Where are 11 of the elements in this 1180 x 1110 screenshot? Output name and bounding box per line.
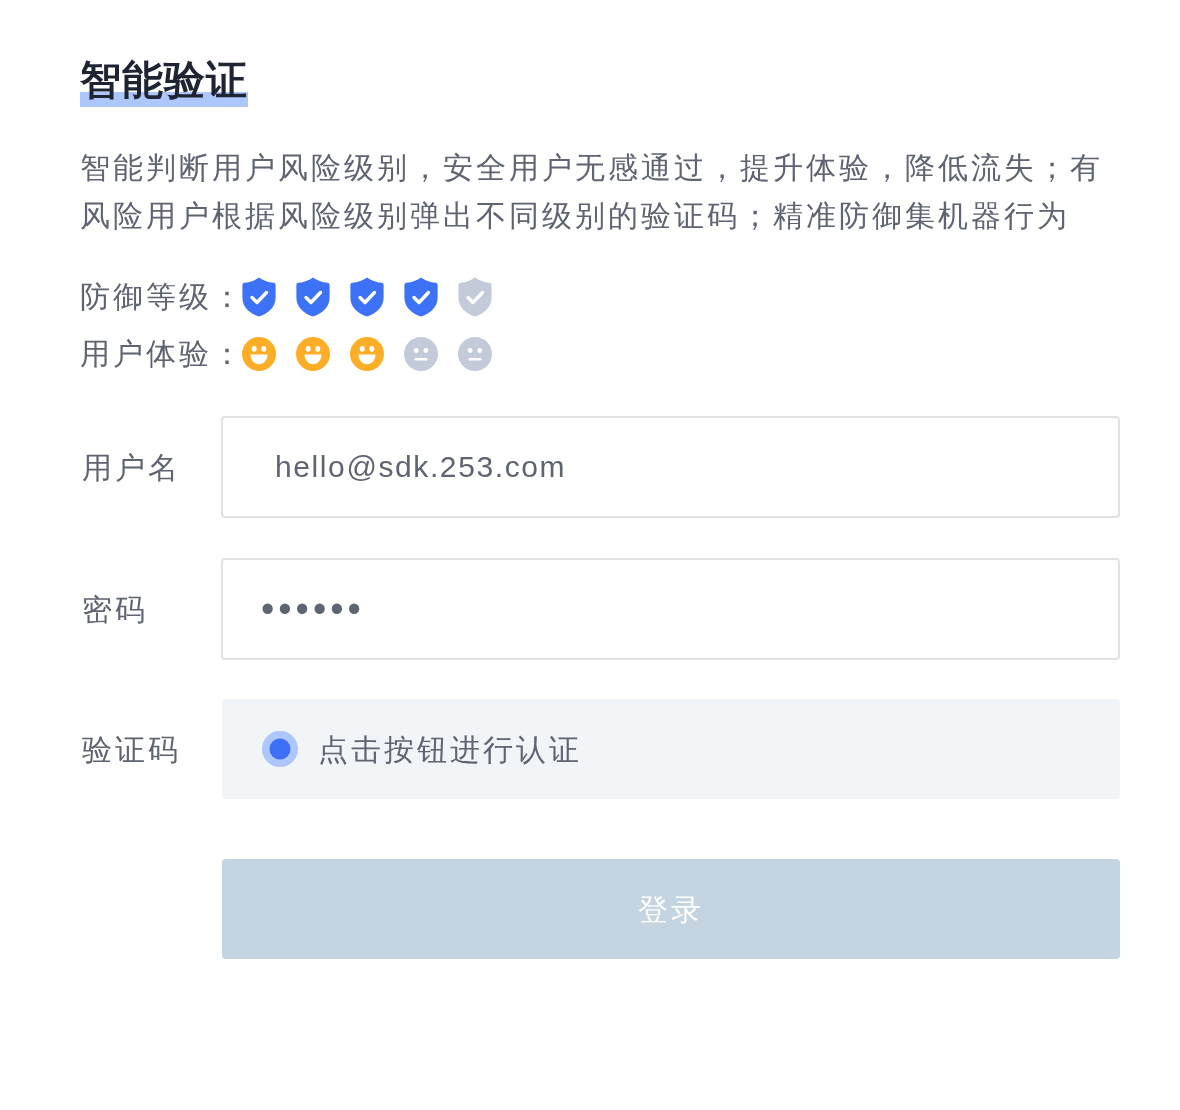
password-field[interactable]: ••••••	[221, 558, 1120, 660]
section-title: 智能验证	[80, 56, 248, 107]
verify-button[interactable]: 点击按钮进行认证	[222, 699, 1120, 799]
description-text: 智能判断用户风险级别，安全用户无感通过，提升体验，降低流失；有风险用户根据风险级别弹出不同级别的验证码；精准防御集机器行为	[80, 150, 1104, 234]
field-label: 验证码	[82, 732, 181, 766]
field-label: 密码	[82, 592, 148, 626]
input-field[interactable]: hello@sdk.253.com	[221, 416, 1120, 518]
radio-dot-icon	[262, 731, 298, 767]
rating-label: 防御等级：	[80, 279, 242, 315]
field-label: 用户名	[82, 450, 181, 484]
rating-label: 用户体验：	[80, 336, 242, 372]
